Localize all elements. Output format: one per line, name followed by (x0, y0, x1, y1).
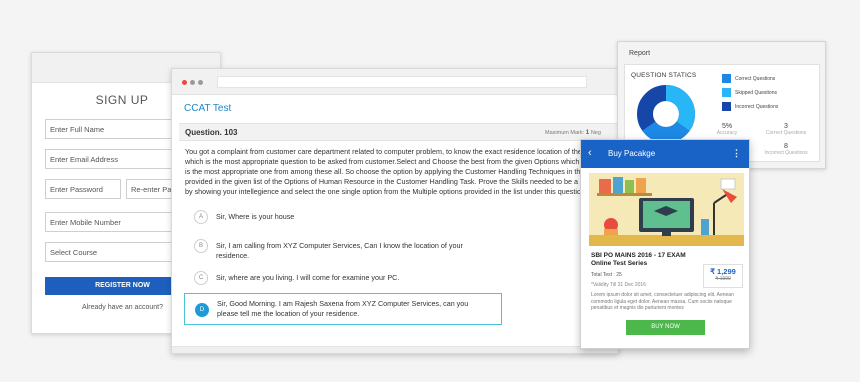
browser-chrome (172, 69, 618, 95)
max-mark-info: Maximum Mark: 1 Neg (545, 129, 601, 136)
question-text: You got a complaint from customer care d… (185, 147, 615, 196)
option-letter-badge: C (194, 271, 208, 285)
package-banner-illustration (589, 173, 744, 246)
legend-skipped: Skipped Questions (722, 88, 777, 97)
app-bar: ‹ Buy Pacakge ⋮ (581, 140, 749, 168)
incorrect-value: 8 (784, 143, 788, 150)
max-mark-value: 1 (585, 129, 590, 136)
test-window: CCAT Test Question. 103 Maximum Mark: 1 … (171, 68, 619, 354)
legend-label: Skipped Questions (735, 89, 777, 96)
minimize-dot-icon[interactable] (190, 80, 195, 85)
question-stats-donut-chart (637, 85, 695, 143)
total-test-count: Total Test : 25 (591, 272, 622, 278)
correct-label: Correct Questions (765, 130, 807, 136)
maximize-dot-icon[interactable] (198, 80, 203, 85)
option-b[interactable]: B Sir, I am calling from XYZ Computer Se… (184, 239, 502, 261)
report-title: Report (629, 50, 651, 57)
option-letter-badge: D (195, 303, 209, 317)
negative-mark-label: Neg (590, 130, 601, 136)
validity-text: *Validity Till 31 Dec 2016 (591, 282, 646, 288)
back-arrow-icon[interactable]: ‹ (588, 147, 592, 159)
package-description: Lorem ipsum dolor sit amet, consectetuer… (591, 292, 734, 311)
current-price: ₹ 1,299 (710, 267, 736, 276)
test-title: CCAT Test (184, 103, 232, 114)
original-price: ₹ 1999 (715, 276, 731, 282)
price-box: ₹ 1,299 ₹ 1999 (703, 264, 743, 288)
option-text: Sir, Good Morning. I am Rajesh Saxena fr… (217, 299, 469, 318)
option-text: Sir, Where is your house (216, 212, 295, 221)
legend-label: Incorrect Questions (735, 103, 779, 110)
option-letter-badge: B (194, 239, 208, 253)
incorrect-stat: 8 Incorrect Questions (761, 143, 811, 156)
question-stats-title: QUESTION STATICS (631, 72, 697, 79)
option-d-selected[interactable]: D Sir, Good Morning. I am Rajesh Saxena … (184, 293, 502, 325)
legend-swatch (722, 88, 731, 97)
app-bar-title: Buy Pacakge (608, 149, 656, 158)
buy-now-button[interactable]: BUY NOW (626, 320, 705, 335)
correct-value: 3 (784, 123, 788, 130)
close-dot-icon[interactable] (182, 80, 187, 85)
more-options-icon[interactable]: ⋮ (732, 148, 741, 159)
question-number: Question. 103 (185, 128, 238, 137)
option-text: Sir, where are you living. I will come f… (216, 273, 400, 282)
accuracy-stat: 5% Accuracy (702, 123, 752, 136)
accuracy-label: Accuracy (716, 130, 738, 136)
legend-swatch (722, 74, 731, 83)
accuracy-value: 5% (721, 123, 733, 130)
question-header-bar: Question. 103 Maximum Mark: 1 Neg (179, 123, 618, 141)
legend-incorrect: Incorrect Questions (722, 102, 778, 111)
legend-correct: Correct Questions (722, 74, 775, 83)
address-bar[interactable] (217, 76, 587, 88)
max-mark-label: Maximum Mark: (545, 130, 585, 136)
correct-stat: 3 Correct Questions (761, 123, 811, 136)
legend-swatch (722, 102, 731, 111)
incorrect-label: Incorrect Questions (764, 150, 808, 156)
legend-label: Correct Questions (735, 75, 776, 82)
package-title: SBI PO MAINS 2016 - 17 EXAM Online Test … (591, 252, 686, 267)
option-letter-badge: A (194, 210, 208, 224)
option-c[interactable]: C Sir, where are you living. I will come… (184, 271, 502, 287)
option-text: Sir, I am calling from XYZ Computer Serv… (216, 241, 463, 260)
password-field[interactable]: Enter Password (45, 179, 121, 199)
buy-package-screen: ‹ Buy Pacakge ⋮ SBI PO MAINS 2016 - 17 E… (580, 139, 750, 349)
option-a[interactable]: A Sir, Where is your house (184, 210, 502, 226)
test-footer-bar (172, 346, 618, 353)
